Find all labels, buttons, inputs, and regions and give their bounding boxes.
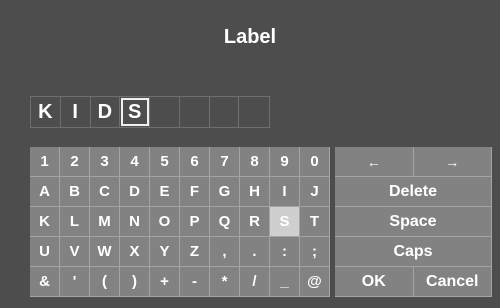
key-button[interactable]: W [90,237,120,267]
key-button[interactable]: + [150,267,180,297]
entry-cell [239,97,269,127]
key-button[interactable]: 7 [210,147,240,177]
key-button[interactable]: M [90,207,120,237]
key-button[interactable]: S [270,207,300,237]
key-button[interactable]: X [120,237,150,267]
key-button[interactable]: 9 [270,147,300,177]
character-keyboard: 1 2 3 4 5 6 7 8 9 0 A B C D E F G H I J K L M N O P Q R S T U V W X Y Z,.:;… [30,147,330,297]
entry-cell [210,97,240,127]
key-button[interactable]: , [210,237,240,267]
label-editor-screen: Label K I D S 1234567890ABCDEFGHIJKLMNOP… [0,0,500,308]
key-button[interactable]: @ [300,267,330,297]
space-button[interactable]: Space [335,207,492,237]
key-button[interactable]: R [240,207,270,237]
key-button[interactable]: & [30,267,60,297]
page-title: Label [223,26,277,48]
key-button[interactable]: 5 [150,147,180,177]
ok-button[interactable]: OK [335,267,414,297]
key-button[interactable]: G [210,177,240,207]
entry-cell [180,97,210,127]
entry-cell: D [91,97,121,127]
caps-button[interactable]: Caps [335,237,492,267]
key-button[interactable]: V [60,237,90,267]
key-button[interactable]: . [240,237,270,267]
key-button[interactable]: ( [90,267,120,297]
key-button[interactable]: - [180,267,210,297]
key-button[interactable]: A [30,177,60,207]
key-button[interactable]: K [30,207,60,237]
key-button[interactable]: F [180,177,210,207]
key-button[interactable]: 2 [60,147,90,177]
key-button[interactable]: N [120,207,150,237]
entry-cell [150,97,180,127]
key-button[interactable]: * [210,267,240,297]
key-button[interactable]: D [120,177,150,207]
key-button[interactable]: Y [150,237,180,267]
key-button[interactable]: E [150,177,180,207]
entry-cell: K [31,97,61,127]
key-button[interactable]: ) [120,267,150,297]
key-button[interactable]: ; [300,237,330,267]
key-button[interactable]: 1 [30,147,60,177]
key-button[interactable]: 0 [300,147,330,177]
entry-cell-cursor: S [120,97,150,127]
key-button[interactable]: Z [180,237,210,267]
key-button[interactable]: T [300,207,330,237]
key-button[interactable]: J [300,177,330,207]
key-button[interactable]: I [270,177,300,207]
cursor-right-button[interactable]: → [413,147,492,177]
key-button[interactable]: 8 [240,147,270,177]
key-button[interactable]: _ [270,267,300,297]
key-button[interactable]: / [240,267,270,297]
key-button[interactable]: L [60,207,90,237]
entry-cell: I [61,97,91,127]
action-panel: ← → Delete Space Caps OK Cancel [335,147,492,297]
delete-button[interactable]: Delete [335,177,492,207]
key-button[interactable]: : [270,237,300,267]
key-button[interactable]: U [30,237,60,267]
key-button[interactable]: 6 [180,147,210,177]
label-entry-field[interactable]: K I D S [30,96,270,128]
key-button[interactable]: Q [210,207,240,237]
key-button[interactable]: O [150,207,180,237]
key-button[interactable]: H [240,177,270,207]
key-button[interactable]: B [60,177,90,207]
cursor-left-button[interactable]: ← [335,147,414,177]
key-button[interactable]: 4 [120,147,150,177]
key-button[interactable]: C [90,177,120,207]
key-button[interactable]: P [180,207,210,237]
key-button[interactable]: 3 [90,147,120,177]
cancel-button[interactable]: Cancel [413,267,492,297]
key-button[interactable]: ' [60,267,90,297]
